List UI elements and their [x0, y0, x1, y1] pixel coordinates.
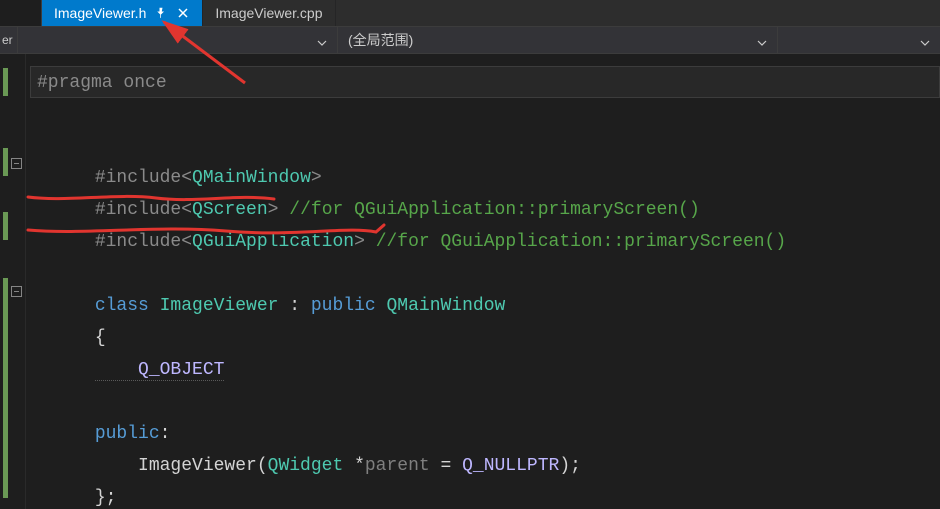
code-line: }; [30, 450, 940, 482]
token-punc: }; [95, 488, 117, 508]
scope-dropdown-right[interactable] [778, 27, 940, 53]
change-mark [3, 148, 8, 176]
close-icon[interactable] [176, 6, 190, 20]
tab-bar-lead [0, 0, 42, 26]
change-mark [3, 278, 8, 498]
token-macro: Q_OBJECT [95, 360, 225, 381]
pin-icon[interactable] [154, 6, 168, 20]
fold-toggle[interactable] [11, 286, 22, 297]
token-comment: //for QGuiApplication::primaryScreen() [365, 232, 786, 252]
change-mark [3, 212, 8, 240]
tab-label: ImageViewer.h [54, 5, 146, 21]
token-preproc: #pragma once [37, 73, 167, 93]
tab-imageviewer-h[interactable]: ImageViewer.h [42, 0, 203, 26]
code-line: ImageViewer(QWidget *parent = Q_NULLPTR)… [30, 418, 940, 450]
code-line: #include<QGuiApplication> //for QGuiAppl… [30, 194, 940, 226]
gutter [0, 54, 26, 509]
code-area[interactable]: #pragma once #include<QMainWindow> #incl… [26, 54, 940, 509]
scope-dropdown-left[interactable] [18, 27, 338, 53]
change-mark [3, 68, 8, 96]
token-punc: < [181, 232, 192, 252]
tab-imageviewer-cpp[interactable]: ImageViewer.cpp [203, 0, 335, 26]
token-type: QGuiApplication [192, 232, 354, 252]
scope-left-text: er [2, 33, 13, 47]
token-punc: > [354, 232, 365, 252]
code-line: { [30, 290, 940, 322]
scope-bar: er (全局范围) [0, 26, 940, 54]
chevron-down-icon [920, 35, 930, 45]
code-line: #include<QMainWindow> [30, 130, 940, 162]
tab-label: ImageViewer.cpp [215, 5, 322, 21]
token-preproc: #include [95, 232, 181, 252]
scope-left-fragment: er [0, 27, 18, 53]
fold-toggle[interactable] [11, 158, 22, 169]
tab-bar: ImageViewer.h ImageViewer.cpp [0, 0, 940, 26]
scope-middle-value: (全局范围) [348, 30, 413, 50]
code-line: public: [30, 386, 940, 418]
code-line: #pragma once [30, 66, 940, 98]
code-line: class ImageViewer : public QMainWindow [30, 258, 940, 290]
editor: #pragma once #include<QMainWindow> #incl… [0, 54, 940, 509]
chevron-down-icon [317, 35, 327, 45]
chevron-down-icon [757, 35, 767, 45]
code-line: #include<QScreen> //for QGuiApplication:… [30, 162, 940, 194]
scope-dropdown-middle[interactable]: (全局范围) [338, 27, 778, 53]
code-line: Q_OBJECT [30, 322, 940, 354]
blank-line [30, 98, 940, 130]
